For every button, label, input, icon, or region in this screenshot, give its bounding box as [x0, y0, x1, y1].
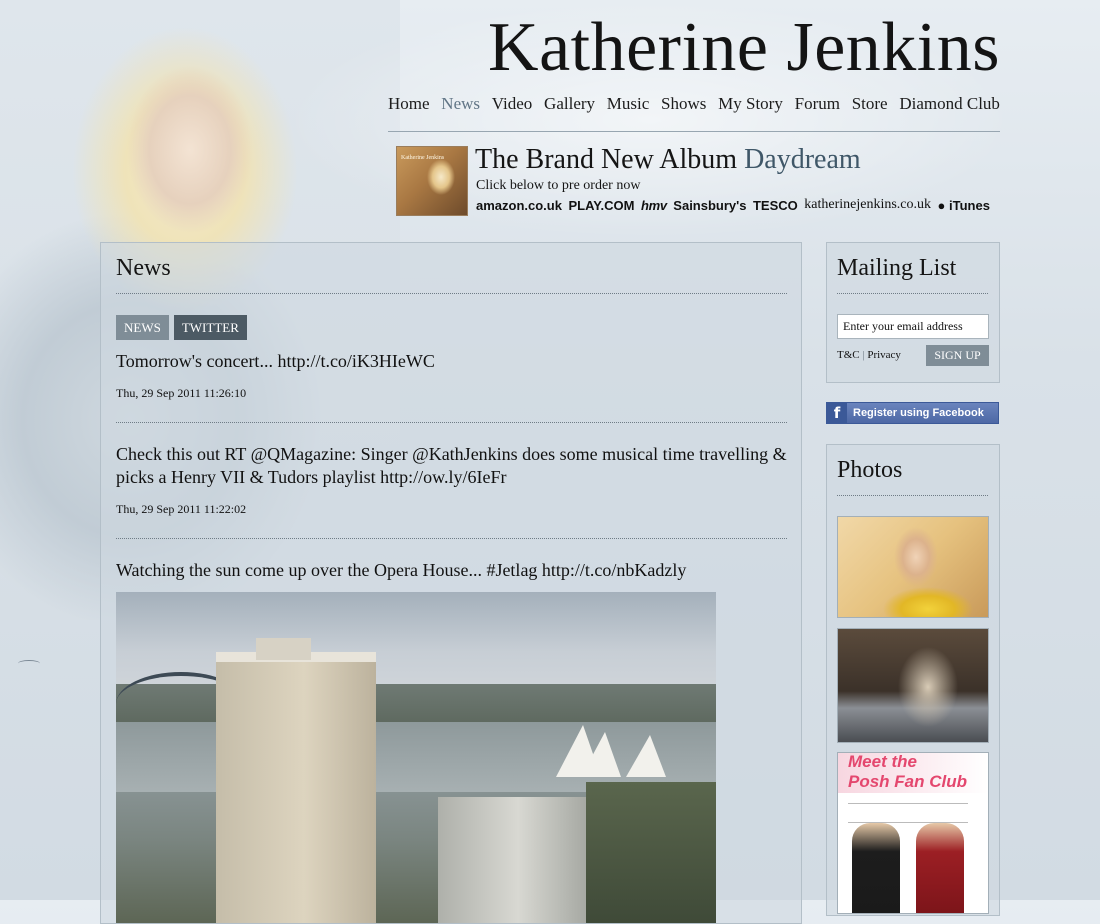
photos-panel: Photos Meet the Posh Fan Club: [826, 444, 1000, 916]
retailer-amazon-link[interactable]: amazon.co.uk: [476, 198, 562, 213]
photo-trees: [586, 782, 716, 923]
promo-title: The Brand New Album Daydream: [475, 144, 861, 176]
retailer-itunes-link[interactable]: ● iTunes: [938, 198, 990, 213]
post-divider: [116, 538, 787, 539]
post-divider: [116, 422, 787, 423]
nav-news[interactable]: News: [441, 94, 480, 114]
nav-my-story[interactable]: My Story: [718, 94, 783, 114]
post-text[interactable]: Tomorrow's concert... http://t.co/iK3HIe…: [116, 350, 788, 373]
facebook-register-label: Register using Facebook: [853, 407, 984, 419]
apple-icon: ●: [937, 197, 946, 213]
nav-video[interactable]: Video: [492, 94, 533, 114]
promo-title-prefix: The Brand New Album: [475, 144, 738, 175]
retailer-hmv-link[interactable]: hmv: [641, 198, 667, 213]
news-heading: News: [116, 255, 171, 281]
nav-gallery[interactable]: Gallery: [544, 94, 595, 114]
terms-link[interactable]: T&C: [837, 349, 860, 361]
magazine-figure: [916, 823, 964, 913]
nav-diamond-club[interactable]: Diamond Club: [899, 94, 1000, 114]
news-heading-divider: [116, 293, 787, 294]
album-cover-image[interactable]: Katherine Jenkins: [396, 146, 468, 216]
mailing-list-divider: [837, 293, 988, 294]
photo-building: [438, 797, 598, 923]
retailer-play-link[interactable]: PLAY.COM: [568, 198, 634, 213]
news-tabs: NEWS TWITTER: [116, 315, 247, 340]
post-text[interactable]: Watching the sun come up over the Opera …: [116, 559, 788, 582]
photo-tower-building: [216, 638, 376, 923]
itunes-label: iTunes: [949, 197, 990, 213]
retailer-official-site-link[interactable]: katherinejenkins.co.uk: [804, 197, 931, 213]
post-photo[interactable]: [116, 592, 716, 923]
photos-heading: Photos: [837, 457, 903, 483]
nav-store[interactable]: Store: [852, 94, 888, 114]
main-nav: Home News Video Gallery Music Shows My S…: [388, 94, 1000, 114]
privacy-link[interactable]: Privacy: [867, 349, 901, 361]
email-field[interactable]: [837, 314, 989, 339]
photo-thumbnail[interactable]: [837, 516, 989, 618]
retailer-sainsburys-link[interactable]: Sainsbury's: [673, 198, 746, 213]
facebook-icon: f: [827, 403, 847, 423]
album-cover-text: Katherine Jenkins: [401, 155, 445, 161]
nav-home[interactable]: Home: [388, 94, 430, 114]
album-name: Daydream: [744, 144, 861, 175]
photo-opera-house: [556, 722, 676, 777]
nav-music[interactable]: Music: [607, 94, 650, 114]
photos-divider: [837, 495, 988, 496]
promo-subtitle: Click below to pre order now: [476, 178, 641, 193]
mailing-list-panel: Mailing List T&C | Privacy SIGN UP: [826, 242, 1000, 383]
post-date: Thu, 29 Sep 2011 11:22:02: [116, 502, 247, 516]
mailing-list-heading: Mailing List: [837, 255, 957, 281]
background-decoration: [18, 660, 40, 667]
photo-thumbnail[interactable]: Meet the Posh Fan Club: [837, 752, 989, 914]
album-promo: Katherine Jenkins The Brand New Album Da…: [396, 144, 996, 217]
retailer-tesco-link[interactable]: TESCO: [753, 198, 798, 213]
legal-separator: |: [862, 349, 865, 361]
retailer-links: amazon.co.uk PLAY.COM hmv Sainsbury's TE…: [476, 197, 990, 213]
post-text[interactable]: Check this out RT @QMagazine: Singer @Ka…: [116, 443, 788, 489]
magazine-title-line2: Posh Fan Club: [848, 772, 967, 791]
tab-twitter[interactable]: TWITTER: [173, 315, 247, 340]
magazine-text-block: [848, 803, 968, 823]
nav-forum[interactable]: Forum: [795, 94, 840, 114]
facebook-register-button[interactable]: f Register using Facebook: [826, 402, 999, 424]
tab-news[interactable]: NEWS: [116, 315, 169, 340]
magazine-figure: [852, 823, 900, 913]
photo-thumbnail[interactable]: [837, 628, 989, 743]
nav-shows[interactable]: Shows: [661, 94, 706, 114]
news-panel: News NEWS TWITTER Tomorrow's concert... …: [100, 242, 802, 924]
magazine-title-line1: Meet the: [848, 752, 917, 771]
legal-links: T&C | Privacy: [837, 349, 901, 361]
site-title[interactable]: Katherine Jenkins: [388, 8, 1000, 88]
post-date: Thu, 29 Sep 2011 11:26:10: [116, 386, 247, 400]
nav-divider: [388, 131, 1000, 132]
sign-up-button[interactable]: SIGN UP: [926, 345, 989, 366]
